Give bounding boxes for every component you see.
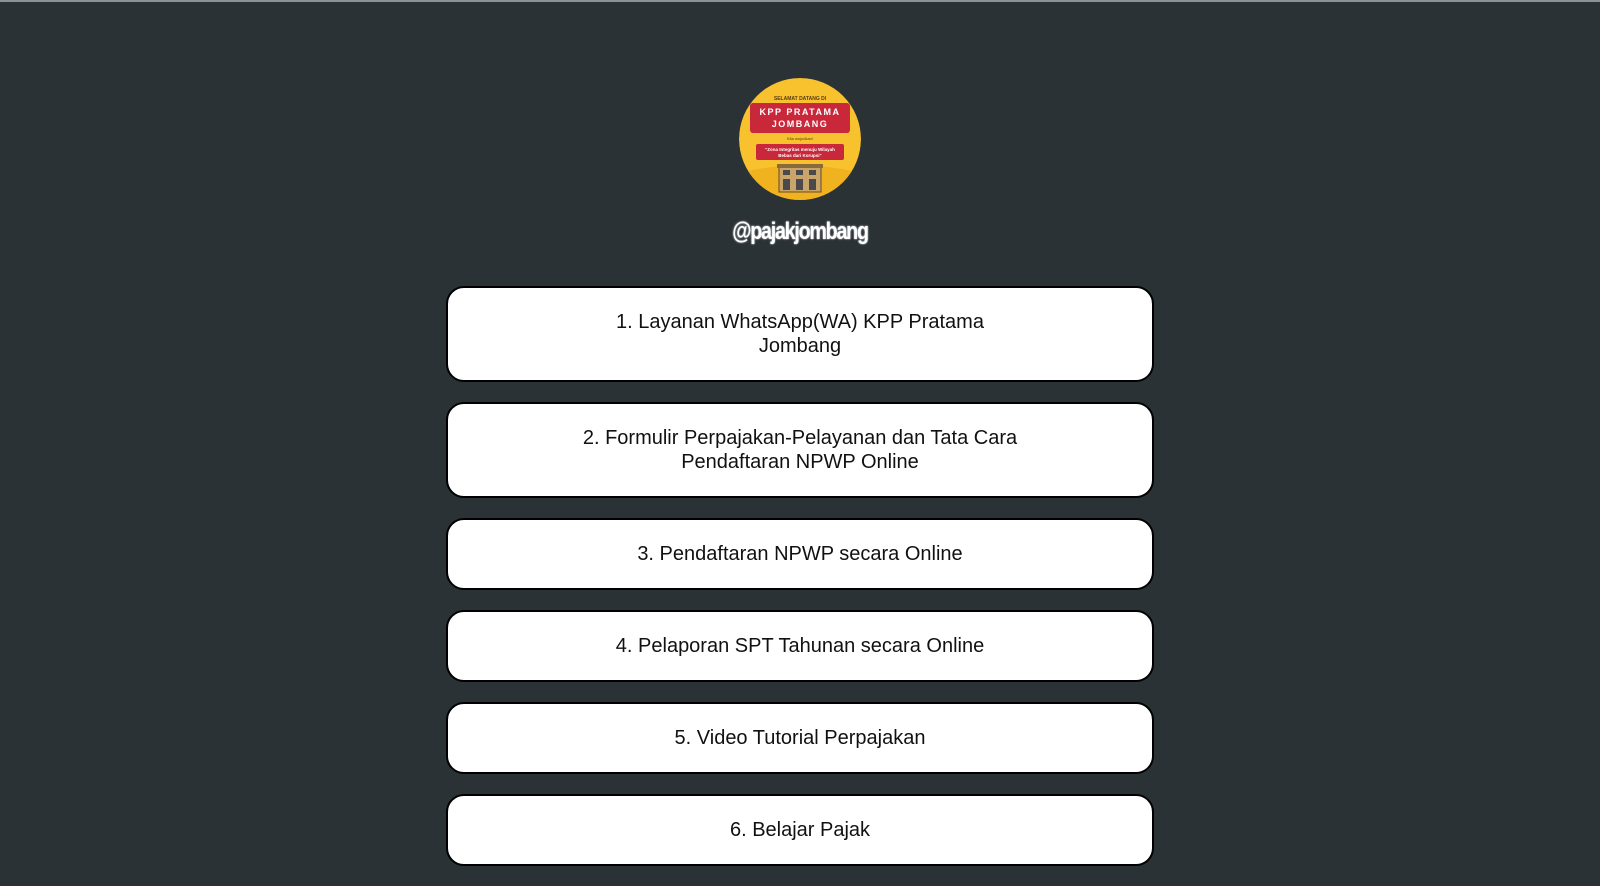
avatar-motto-line2: Bebas dari Korupsi" [778,153,821,158]
avatar-motto-line1: "Zona Integritas menuju Wilayah [765,147,835,152]
kpp-logo-icon: SELAMAT DATANG DI KPP PRATAMA JOMBANG Ki… [739,78,861,200]
avatar: SELAMAT DATANG DI KPP PRATAMA JOMBANG Ki… [739,78,861,200]
avatar-welcome-text: SELAMAT DATANG DI [774,96,827,102]
avatar-office-line2: JOMBANG [772,119,829,129]
avatar-office-line1: KPP PRATAMA [759,107,840,117]
link-list: 1. Layanan WhatsApp(WA) KPP Pratama Jomb… [446,286,1154,886]
link-label: 2. Formulir Perpajakan-Pelayanan dan Tat… [582,427,1018,473]
link-label: 6. Belajar Pajak [729,819,871,841]
profile-handle: @pajakjombang [732,218,869,245]
link-button-npwp-online[interactable]: 3. Pendaftaran NPWP secara Online [446,518,1154,590]
avatar-subtitle: Kita wujudkan! [787,136,813,141]
link-button-whatsapp[interactable]: 1. Layanan WhatsApp(WA) KPP Pratama Jomb… [446,286,1154,382]
link-label: 3. Pendaftaran NPWP secara Online [637,543,963,565]
link-label: 1. Layanan WhatsApp(WA) KPP Pratama Jomb… [616,311,984,357]
link-button-belajar-pajak[interactable]: 6. Belajar Pajak [446,794,1154,866]
link-label: 4. Pelaporan SPT Tahunan secara Online [615,635,985,657]
link-button-video-tutorial[interactable]: 5. Video Tutorial Perpajakan [446,702,1154,774]
profile-page: SELAMAT DATANG DI KPP PRATAMA JOMBANG Ki… [0,0,1600,866]
link-label: 5. Video Tutorial Perpajakan [674,727,926,749]
building-icon [777,164,823,193]
link-button-formulir[interactable]: 2. Formulir Perpajakan-Pelayanan dan Tat… [446,402,1154,498]
link-button-spt-tahunan[interactable]: 4. Pelaporan SPT Tahunan secara Online [446,610,1154,682]
